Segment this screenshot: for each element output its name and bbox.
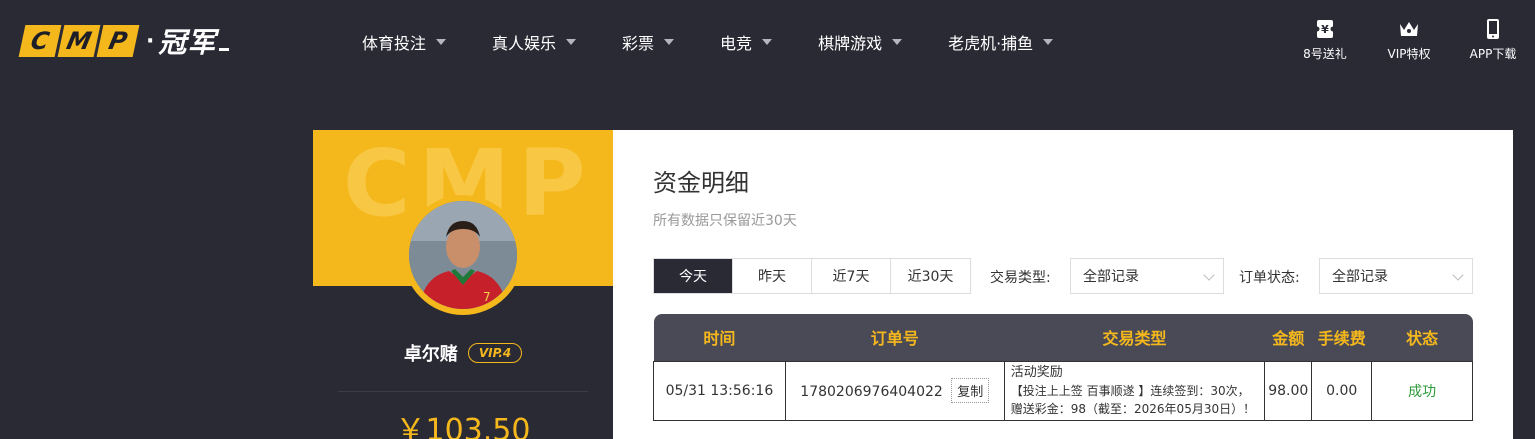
page-subtitle: 所有数据只保留近30天 bbox=[653, 213, 797, 229]
top-header: C M P · 冠军 体育投注 真人娱乐 彩票 电竞 棋牌游戏 老虎机·捕鱼 ¥… bbox=[0, 0, 1535, 82]
nav-item-live-casino[interactable]: 真人娱乐 bbox=[492, 30, 577, 54]
column-header-time: 时间 bbox=[653, 314, 786, 361]
nav-item-lottery[interactable]: 彩票 bbox=[622, 30, 675, 54]
cell-order-no: 1780206976404022 复制 bbox=[784, 360, 1005, 421]
cell-time: 05/31 13:56:16 bbox=[653, 360, 786, 421]
username-row: 卓尔赌 VIP.4 bbox=[313, 340, 613, 366]
chevron-down-icon bbox=[762, 39, 773, 45]
divider bbox=[338, 391, 588, 392]
type-title: 活动奖励 bbox=[1010, 364, 1063, 380]
nav-item-label: 真人娱乐 bbox=[492, 34, 557, 53]
order-status-select[interactable]: 全部记录 bbox=[1319, 258, 1473, 294]
chevron-down-icon bbox=[436, 39, 447, 45]
avatar-image: 7 bbox=[409, 201, 517, 309]
order-status-label: 订单状态: bbox=[1239, 270, 1300, 286]
username: 卓尔赌 bbox=[403, 344, 458, 365]
logo-letter: C bbox=[18, 25, 62, 57]
table-header-row: 时间 订单号 交易类型 金额 手续费 状态 bbox=[653, 314, 1473, 361]
logo-chinese-text: 冠军 bbox=[158, 26, 217, 59]
svg-text:¥: ¥ bbox=[1321, 23, 1329, 36]
tab-today[interactable]: 今天 bbox=[654, 259, 733, 293]
date-range-tabs: 今天 昨天 近7天 近30天 bbox=[653, 258, 971, 294]
nav-item-sports[interactable]: 体育投注 bbox=[362, 30, 447, 54]
crown-icon bbox=[1400, 22, 1418, 36]
type-description: 【投注上上签 百事顺遂 】连续签到：30次，赠送彩金：98（截至：2026年05… bbox=[1010, 383, 1256, 416]
chevron-down-icon bbox=[566, 39, 577, 45]
nav-item-card-games[interactable]: 棋牌游戏 bbox=[818, 30, 903, 54]
nav-item-slots-fishing[interactable]: 老虎机·捕鱼 bbox=[948, 30, 1054, 54]
nav-item-label: 体育投注 bbox=[362, 34, 427, 53]
tab-last-7-days[interactable]: 近7天 bbox=[812, 259, 891, 293]
logo-letter: P bbox=[96, 25, 140, 57]
cell-amount: 98.00 bbox=[1264, 360, 1313, 421]
select-value: 全部记录 bbox=[1083, 269, 1139, 285]
tab-yesterday[interactable]: 昨天 bbox=[733, 259, 812, 293]
brand-logo[interactable]: C M P · 冠军 bbox=[18, 24, 230, 59]
tool-label: VIP特权 bbox=[1387, 47, 1431, 61]
transaction-type-label: 交易类型: bbox=[990, 270, 1051, 286]
page-title: 资金明细 bbox=[653, 169, 749, 197]
chevron-down-icon bbox=[1452, 269, 1464, 281]
svg-text:7: 7 bbox=[483, 290, 491, 304]
funds-table: 时间 订单号 交易类型 金额 手续费 状态 05/31 13:56:16 178… bbox=[653, 314, 1473, 421]
nav-item-label: 老虎机·捕鱼 bbox=[948, 34, 1034, 53]
header-tools: ¥ 8号送礼 VIP特权 APP下载 bbox=[1283, 18, 1535, 62]
logo-dot: · bbox=[146, 28, 155, 54]
balance-amount: ￥103.50 bbox=[395, 413, 531, 439]
tab-last-30-days[interactable]: 近30天 bbox=[891, 259, 970, 293]
column-header-order-no: 订单号 bbox=[785, 314, 1005, 361]
column-header-type: 交易类型 bbox=[1004, 314, 1265, 361]
table-row: 05/31 13:56:16 1780206976404022 复制 活动奖励 … bbox=[653, 360, 1473, 421]
column-header-amount: 金额 bbox=[1264, 314, 1312, 361]
vip-badge: VIP.4 bbox=[467, 343, 523, 363]
logo-letter: M bbox=[57, 25, 101, 57]
main-nav: 体育投注 真人娱乐 彩票 电竞 棋牌游戏 老虎机·捕鱼 bbox=[362, 30, 1099, 54]
order-number: 1780206976404022 bbox=[800, 384, 943, 400]
chevron-down-icon bbox=[664, 39, 675, 45]
nav-item-label: 棋牌游戏 bbox=[818, 34, 883, 53]
cell-type: 活动奖励 【投注上上签 百事顺遂 】连续签到：30次，赠送彩金：98（截至：20… bbox=[1003, 360, 1266, 421]
chevron-down-icon bbox=[1203, 269, 1215, 281]
select-value: 全部记录 bbox=[1332, 269, 1388, 285]
logo-dash bbox=[219, 47, 230, 51]
copy-button[interactable]: 复制 bbox=[951, 378, 990, 403]
transaction-type-select[interactable]: 全部记录 bbox=[1070, 258, 1224, 294]
nav-item-label: 彩票 bbox=[622, 34, 655, 53]
gift-8th-button[interactable]: ¥ 8号送礼 bbox=[1283, 18, 1367, 62]
tool-label: APP下载 bbox=[1469, 47, 1517, 61]
app-download-button[interactable]: APP下载 bbox=[1451, 18, 1535, 62]
logo-letters: C M P bbox=[18, 25, 140, 57]
funds-detail-panel: 资金明细 所有数据只保留近30天 今天 昨天 近7天 近30天 交易类型: 全部… bbox=[613, 130, 1513, 439]
nav-item-label: 电竞 bbox=[720, 34, 753, 53]
vip-privilege-button[interactable]: VIP特权 bbox=[1367, 18, 1451, 62]
cell-status: 成功 bbox=[1371, 360, 1473, 421]
nav-item-esports[interactable]: 电竞 bbox=[720, 30, 773, 54]
tool-label: 8号送礼 bbox=[1303, 47, 1347, 61]
phone-icon bbox=[1487, 19, 1499, 39]
chevron-down-icon bbox=[892, 39, 903, 45]
avatar[interactable]: 7 bbox=[403, 195, 523, 315]
column-header-status: 状态 bbox=[1371, 314, 1473, 361]
cell-fee: 0.00 bbox=[1311, 360, 1373, 421]
profile-panel: CMP 7 卓尔赌 VIP.4 ￥103.50 bbox=[313, 130, 613, 439]
ticket-yen-icon: ¥ bbox=[1314, 20, 1336, 38]
column-header-fee: 手续费 bbox=[1311, 314, 1372, 361]
chevron-down-icon bbox=[1043, 39, 1054, 45]
